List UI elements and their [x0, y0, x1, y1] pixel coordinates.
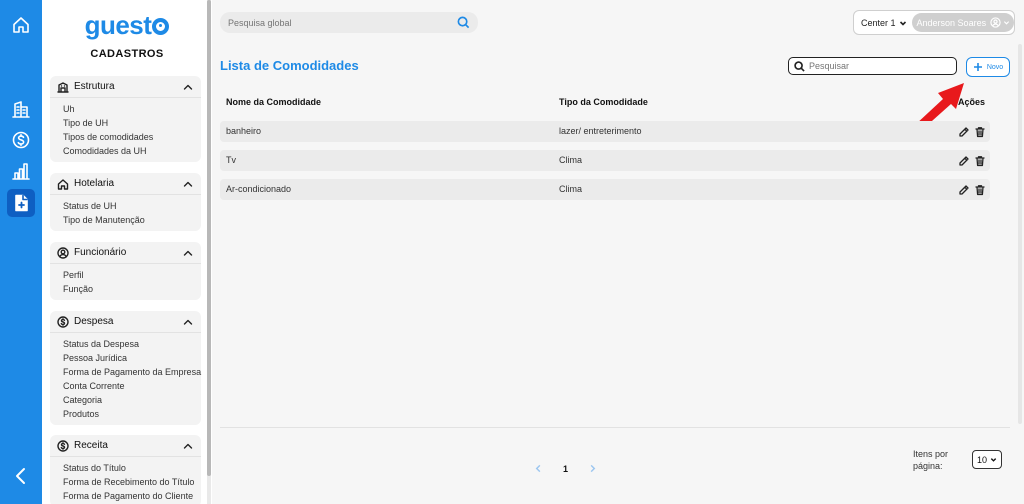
- table-row[interactable]: Ar-condicionado Clima: [220, 179, 990, 200]
- trash-icon[interactable]: [974, 154, 986, 167]
- sidebar-item-status-do-titulo[interactable]: Status do Título: [63, 461, 201, 475]
- chevron-down-icon: [1003, 21, 1010, 25]
- table-row[interactable]: banheiro lazer/ entreterimento: [220, 121, 990, 142]
- user-circle-icon: [57, 246, 69, 259]
- section-despesa: Despesa Status da Despesa Pessoa Jurídic…: [50, 311, 201, 425]
- logo-o-icon: [152, 18, 170, 35]
- sidebar-item-tipo-de-manutencao[interactable]: Tipo de Manutenção: [63, 213, 201, 227]
- plus-icon: [973, 63, 982, 71]
- sidebar-item-categoria[interactable]: Categoria: [63, 393, 201, 407]
- chevron-left-icon[interactable]: [7, 462, 35, 490]
- search-icon: [794, 60, 805, 72]
- sidebar-item-produtos[interactable]: Produtos: [63, 407, 201, 421]
- dollar-circle-icon: [57, 439, 69, 452]
- chevron-up-icon[interactable]: [182, 247, 194, 259]
- user-menu[interactable]: Anderson Soares: [911, 13, 1015, 32]
- cell-name: banheiro: [226, 126, 262, 136]
- sidebar-item-uh[interactable]: Uh: [63, 102, 201, 116]
- section-funcionario: Funcionário Perfil Função: [50, 242, 201, 300]
- center-select[interactable]: Center 1: [854, 18, 912, 28]
- sidebar-title: CADASTROS: [90, 48, 164, 60]
- dollar-icon[interactable]: [7, 126, 35, 154]
- trash-icon[interactable]: [974, 183, 986, 196]
- sidebar-item-perfil[interactable]: Perfil: [63, 268, 201, 282]
- footer-divider: [220, 427, 1010, 428]
- trash-icon[interactable]: [974, 125, 986, 138]
- house-icon: [57, 178, 69, 190]
- edit-pencil-icon[interactable]: [958, 154, 970, 166]
- cell-type: Clima: [559, 184, 583, 194]
- list-search: [788, 57, 957, 75]
- pagination: 1: [534, 460, 597, 478]
- sidebar-item-status-da-despesa[interactable]: Status da Despesa: [63, 337, 201, 351]
- buildings-icon[interactable]: [7, 95, 35, 123]
- column-header-name: Nome da Comodidade: [226, 97, 322, 107]
- section-header-despesa[interactable]: Despesa: [50, 311, 201, 333]
- dollar-circle-icon: [57, 315, 69, 328]
- cell-name: Ar-condicionado: [226, 184, 292, 194]
- chevron-up-icon[interactable]: [182, 81, 194, 93]
- sidebar-item-status-de-uh[interactable]: Status de UH: [63, 199, 201, 213]
- nav-rail: [0, 0, 42, 504]
- cell-type: lazer/ entreterimento: [559, 126, 642, 136]
- sidebar-item-conta-corrente[interactable]: Conta Corrente: [63, 379, 201, 393]
- list-search-input[interactable]: [809, 61, 951, 71]
- sidebar-item-funcao[interactable]: Função: [63, 282, 201, 296]
- cell-name: Tv: [226, 155, 236, 165]
- chevron-up-icon[interactable]: [182, 440, 194, 452]
- sidebar-item-comodidades-da-uh[interactable]: Comodidades da UH: [63, 144, 201, 158]
- bar-chart-icon[interactable]: [7, 157, 35, 185]
- new-button[interactable]: Novo: [966, 57, 1010, 77]
- column-header-type: Tipo da Comodidade: [559, 97, 648, 107]
- page-number[interactable]: 1: [563, 464, 568, 474]
- home-icon[interactable]: [7, 11, 35, 39]
- items-per-page-select[interactable]: 10: [972, 450, 1002, 469]
- sidebar: guest CADASTROS Estrutura Uh Tipo de UH …: [42, 0, 212, 504]
- section-header-hotelaria[interactable]: Hotelaria: [50, 173, 201, 195]
- main-content: Center 1 Anderson Soares Lista de Comodi…: [212, 0, 1024, 504]
- register-document-icon[interactable]: [7, 189, 35, 217]
- section-receita: Receita Status do Título Forma de Recebi…: [50, 435, 201, 504]
- sidebar-item-tipos-de-comodidades[interactable]: Tipos de comodidades: [63, 130, 201, 144]
- top-controls: Center 1 Anderson Soares: [853, 10, 1015, 35]
- edit-pencil-icon[interactable]: [958, 125, 970, 137]
- prev-page-icon[interactable]: [534, 460, 543, 478]
- sidebar-item-forma-de-pagamento-do-cliente[interactable]: Forma de Pagamento do Cliente: [63, 489, 201, 503]
- sidebar-item-pessoa-juridica[interactable]: Pessoa Jurídica: [63, 351, 201, 365]
- main-scrollbar[interactable]: [1018, 44, 1022, 424]
- edit-pencil-icon[interactable]: [958, 183, 970, 195]
- section-hotelaria: Hotelaria Status de UH Tipo de Manutençã…: [50, 173, 201, 231]
- sidebar-item-forma-de-recebimento-do-titulo[interactable]: Forma de Recebimento do Título: [63, 475, 201, 489]
- chevron-down-icon: [899, 20, 906, 26]
- section-header-funcionario[interactable]: Funcionário: [50, 242, 201, 264]
- section-header-receita[interactable]: Receita: [50, 435, 201, 457]
- table-row[interactable]: Tv Clima: [220, 150, 990, 171]
- chevron-up-icon[interactable]: [182, 178, 194, 190]
- search-icon[interactable]: [457, 16, 470, 29]
- column-header-actions: Ações: [958, 97, 986, 107]
- sidebar-scrollbar-thumb[interactable]: [207, 0, 211, 476]
- next-page-icon[interactable]: [588, 460, 597, 478]
- building-icon: [57, 81, 69, 93]
- sidebar-item-tipo-de-uh[interactable]: Tipo de UH: [63, 116, 201, 130]
- cell-type: Clima: [559, 155, 583, 165]
- global-search: [220, 12, 478, 33]
- chevron-down-icon: [990, 458, 997, 462]
- chevron-up-icon[interactable]: [182, 316, 194, 328]
- user-avatar-icon: [990, 17, 1001, 28]
- brand-logo: guest: [42, 10, 212, 41]
- global-search-input[interactable]: [228, 17, 457, 28]
- items-per-page-label: Itens por página:: [913, 449, 949, 471]
- page-title: Lista de Comodidades: [220, 58, 359, 73]
- sidebar-item-forma-de-pagamento-da-empresa[interactable]: Forma de Pagamento da Empresa: [63, 365, 201, 379]
- section-estrutura: Estrutura Uh Tipo de UH Tipos de comodid…: [50, 76, 201, 162]
- section-header-estrutura[interactable]: Estrutura: [50, 76, 201, 98]
